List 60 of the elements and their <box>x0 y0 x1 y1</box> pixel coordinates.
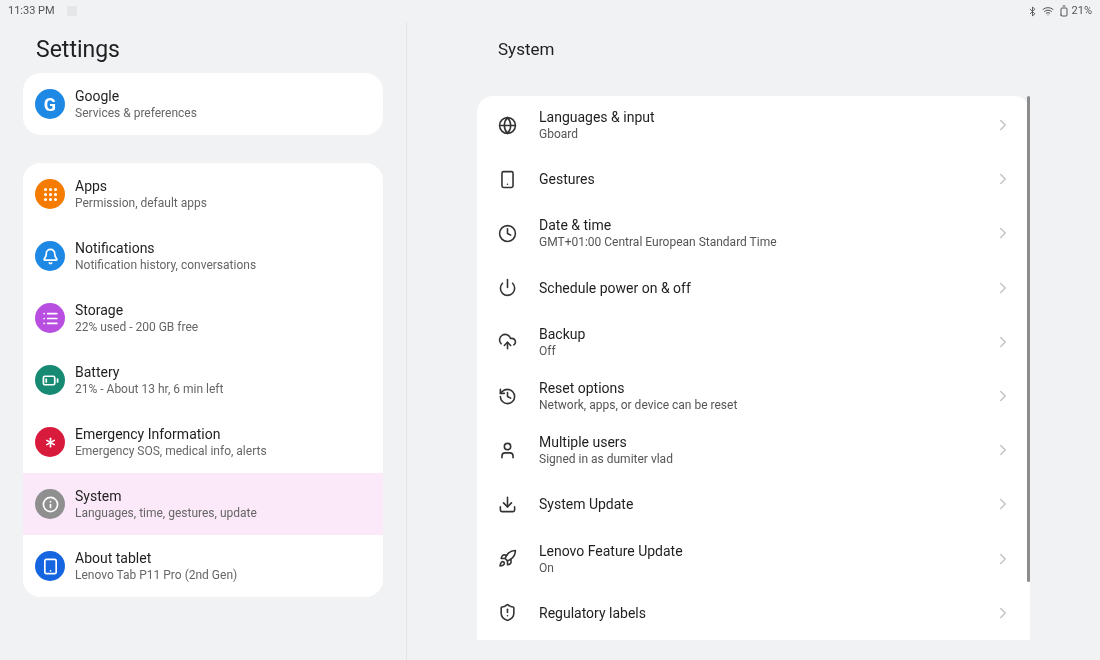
download-icon <box>498 494 517 514</box>
system-item[interactable]: Lenovo Feature Update On <box>477 531 1030 586</box>
item-title: Google <box>75 87 121 105</box>
item-subtitle: Permission, default apps <box>75 195 207 211</box>
item-subtitle: Languages, time, gestures, update <box>75 505 257 521</box>
history-icon <box>498 386 517 406</box>
item-subtitle: On <box>539 559 555 576</box>
item-subtitle: Gboard <box>539 126 579 143</box>
item-title: Apps <box>75 177 109 195</box>
battery-percent: 21% <box>1071 2 1092 19</box>
wifi-icon <box>1041 5 1054 17</box>
rocket-icon <box>498 549 517 569</box>
item-subtitle: GMT+01:00 Central European Standard Time <box>539 234 778 251</box>
item-title: Gestures <box>539 170 596 189</box>
item-title: System <box>75 487 123 505</box>
item-subtitle: Signed in as dumiter vlad <box>539 451 674 468</box>
item-title: Notifications <box>75 239 156 257</box>
system-item[interactable]: Gestures <box>477 152 1030 207</box>
system-item[interactable]: Date & time GMT+01:00 Central European Standard Time <box>477 206 1030 261</box>
system-item[interactable]: System Update <box>477 477 1030 532</box>
item-subtitle: Services & preferences <box>75 105 197 121</box>
item-title: Storage <box>75 301 125 319</box>
user-icon <box>498 440 517 460</box>
item-subtitle: Lenovo Tab P11 Pro (2nd Gen) <box>75 567 238 583</box>
item-subtitle: Network, apps, or device can be reset <box>539 397 739 414</box>
status-time: 11:33 PM <box>8 2 55 19</box>
item-title: Regulatory labels <box>539 603 647 622</box>
battery-status-icon <box>1057 5 1070 17</box>
system-item[interactable]: Languages & input Gboard <box>477 98 1030 153</box>
item-title: System Update <box>539 495 635 514</box>
system-item[interactable]: Schedule power on & off <box>477 260 1030 315</box>
shield-icon <box>498 603 517 623</box>
item-title: Battery <box>75 363 121 381</box>
item-title: Schedule power on & off <box>539 278 692 297</box>
item-title: Date & time <box>539 216 613 235</box>
system-item[interactable]: Regulatory labels <box>477 585 1030 640</box>
google-logo-icon: G <box>35 89 65 119</box>
item-title: About tablet <box>75 549 153 567</box>
system-item[interactable]: Multiple users Signed in as dumiter vlad <box>477 423 1030 478</box>
item-title: Backup <box>539 324 587 343</box>
system-item[interactable]: Backup Off <box>477 314 1030 369</box>
power-icon <box>498 278 517 298</box>
item-title: Emergency Information <box>75 425 222 443</box>
item-subtitle: Emergency SOS, medical info, alerts <box>75 443 267 459</box>
item-title: Multiple users <box>539 433 628 452</box>
globe-icon <box>498 115 517 135</box>
cloud-upload-icon <box>498 332 517 352</box>
item-subtitle: 22% used - 200 GB free <box>75 319 199 335</box>
system-title: System <box>497 38 556 60</box>
item-subtitle: Notification history, conversations <box>75 257 257 273</box>
item-title: Reset options <box>539 379 626 398</box>
item-title: Languages & input <box>539 108 656 127</box>
item-title: Lenovo Feature Update <box>539 541 684 560</box>
item-subtitle: Off <box>539 342 557 359</box>
system-item[interactable]: Reset options Network, apps, or device can be reset <box>477 368 1030 424</box>
settings-title: Settings <box>35 35 121 65</box>
phone-icon <box>498 169 517 189</box>
settings-item[interactable]: System Languages, time, gestures, update <box>23 473 383 535</box>
clock-icon <box>498 223 517 243</box>
item-subtitle: 21% - About 13 hr, 6 min left <box>75 381 224 397</box>
